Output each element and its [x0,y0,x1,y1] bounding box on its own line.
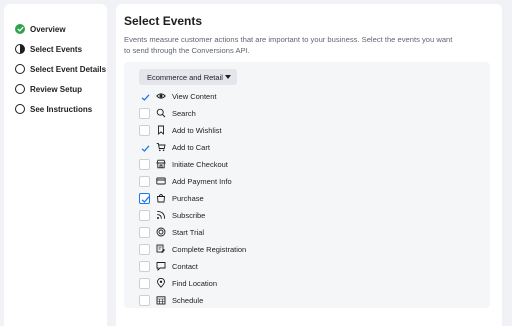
select-events-panel: Select Events Events measure customer ac… [116,4,502,326]
category-dropdown-value: Ecommerce and Retail [147,72,223,82]
event-checkbox[interactable] [139,158,150,170]
step-label: Select Event Details [30,64,107,74]
search-icon [156,108,166,118]
event-label: View Content [172,91,217,101]
step-see-instructions[interactable]: See Instructions [15,102,92,116]
step-label: Overview [30,24,66,34]
bookmark-icon [158,125,164,135]
cart-icon [156,143,166,152]
shopping-bag-icon [157,194,165,203]
event-checkbox[interactable] [139,277,150,289]
event-checkbox[interactable] [139,175,150,187]
event-row-start-trial[interactable]: Start Trial [139,226,204,238]
chat-icon [156,262,166,271]
event-row-find-location[interactable]: Find Location [139,277,217,289]
empty-circle-icon [15,104,25,114]
event-checkbox[interactable] [139,142,150,153]
step-label: Select Events [30,44,83,54]
event-row-initiate-checkout[interactable]: Initiate Checkout [139,158,228,170]
badge-icon [156,227,166,237]
calendar-icon [156,296,166,305]
store-icon [156,159,166,169]
page-title: Select Events [124,14,203,28]
event-checkbox[interactable] [139,226,150,238]
credit-card-icon [156,177,166,185]
event-label: Initiate Checkout [172,159,228,169]
event-checkbox[interactable] [139,294,150,306]
step-select-events[interactable]: Select Events [15,42,82,56]
event-row-schedule[interactable]: Schedule [139,294,203,306]
empty-circle-icon [15,64,25,74]
event-label: Purchase [172,193,204,203]
event-row-add-payment-info[interactable]: Add Payment Info [139,175,232,187]
event-label: Add to Wishlist [172,125,222,135]
rss-icon [157,210,166,219]
caret-down-icon [225,75,231,79]
category-dropdown[interactable]: Ecommerce and Retail [139,69,237,85]
event-label: Contact [172,261,198,271]
event-checkbox[interactable] [139,124,150,136]
event-checkbox[interactable] [139,209,150,221]
check-circle-icon [15,24,25,34]
event-row-subscribe[interactable]: Subscribe [139,209,205,221]
event-checkbox[interactable] [139,243,150,255]
event-label: Subscribe [172,210,206,220]
step-label: See Instructions [30,104,93,114]
step-label: Review Setup [30,84,83,94]
event-row-view-content[interactable]: View Content [139,90,216,102]
event-row-add-to-wishlist[interactable]: Add to Wishlist [139,124,222,136]
event-checkbox[interactable] [139,192,150,204]
eye-icon [156,93,166,99]
registration-icon [156,244,165,253]
event-row-search[interactable]: Search [139,107,196,119]
page-description: Events measure customer actions that are… [124,35,453,55]
event-row-add-to-cart[interactable]: Add to Cart [139,141,210,153]
event-label: Add to Cart [172,142,210,152]
step-select-event-details[interactable]: Select Event Details [15,62,106,76]
step-review-setup[interactable]: Review Setup [15,82,82,96]
location-pin-icon [157,278,165,288]
event-label: Start Trial [172,227,205,237]
event-label: Complete Registration [172,244,247,254]
step-overview[interactable]: Overview [15,22,66,36]
event-row-contact[interactable]: Contact [139,260,198,272]
event-row-purchase[interactable]: Purchase [139,192,204,204]
event-label: Search [172,108,196,118]
event-checkbox[interactable] [139,107,150,119]
event-label: Add Payment Info [172,176,232,186]
half-circle-icon [15,44,25,54]
event-checkbox[interactable] [139,260,150,272]
event-checkbox[interactable] [139,91,150,102]
setup-steps-sidebar: Overview Select Events Select Event Deta… [4,4,107,326]
event-label: Schedule [172,295,204,305]
event-label: Find Location [172,278,218,288]
empty-circle-icon [15,84,25,94]
events-list-panel: Ecommerce and Retail View Content Search… [124,62,490,308]
event-row-complete-registration[interactable]: Complete Registration [139,243,246,255]
